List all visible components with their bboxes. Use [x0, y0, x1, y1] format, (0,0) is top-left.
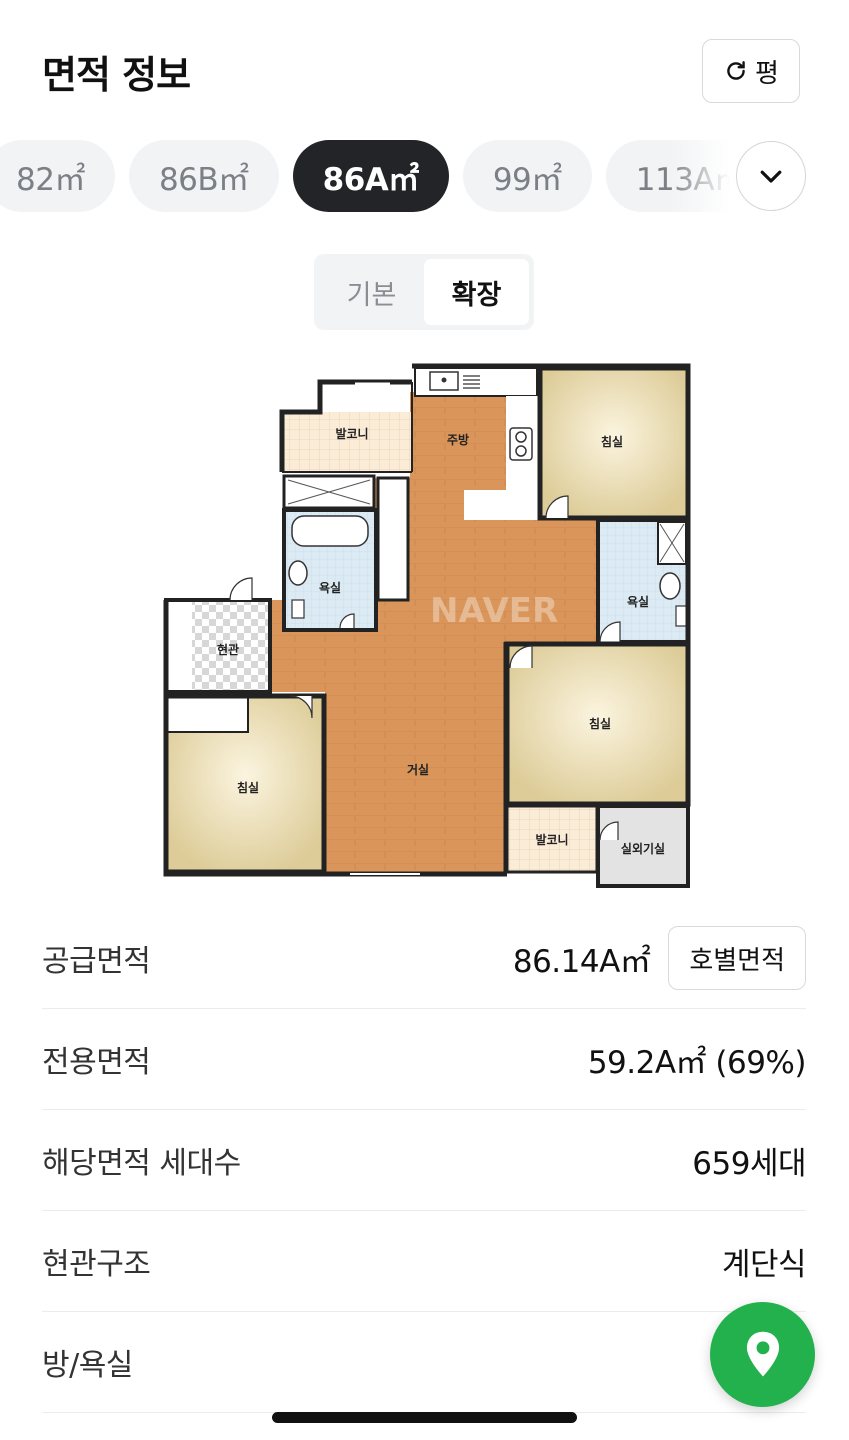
plan-mode-basic[interactable]: 기본 — [319, 259, 424, 325]
info-label: 해당면적 세대수 — [42, 1146, 241, 1181]
unit-toggle-label: 평 — [755, 58, 779, 89]
room-label: 현관 — [217, 642, 239, 657]
info-label: 현관구조 — [42, 1247, 151, 1282]
area-tab[interactable]: 86B㎡ — [128, 140, 279, 212]
info-row-exclusive-area: 전용면적 59.2A㎡ (69%) — [42, 1009, 807, 1110]
info-label: 전용면적 — [42, 1045, 151, 1080]
home-indicator[interactable] — [272, 1412, 577, 1423]
room-label: 거실 — [407, 762, 429, 777]
info-row-entrance-type: 현관구조 계단식 — [42, 1211, 807, 1312]
info-row-rooms-baths: 방/욕실 — [42, 1312, 806, 1413]
chevron-down-icon — [760, 170, 782, 183]
info-row-supply-area: 공급면적 86.14A㎡ 호별면적 — [42, 908, 806, 1009]
unit-toggle-button[interactable]: 평 — [702, 39, 800, 103]
info-value: 86.14A㎡ — [512, 943, 651, 980]
info-value: 659세대 — [692, 1145, 806, 1182]
room-label: 침실 — [237, 780, 259, 795]
room-label: 발코니 — [335, 426, 368, 441]
info-row-households: 해당면적 세대수 659세대 — [42, 1110, 806, 1211]
floor-plan-image: NAVER 발코니 주방 침실 욕실 욕실 현관 거실 침실 침실 발코니 실외… — [163, 363, 691, 888]
refresh-icon — [727, 61, 745, 80]
info-label: 공급면적 — [42, 944, 151, 979]
room-label: 주방 — [447, 432, 469, 447]
info-value: 계단식 — [721, 1246, 807, 1283]
info-label: 방/욕실 — [42, 1348, 133, 1383]
plan-mode-extended[interactable]: 확장 — [424, 259, 529, 325]
area-tab-selected[interactable]: 86A㎡ — [292, 140, 449, 212]
room-label: 침실 — [601, 434, 623, 449]
room-label: 실외기실 — [621, 841, 665, 856]
area-tab[interactable]: 82㎡ — [0, 140, 115, 212]
room-label: 발코니 — [535, 832, 568, 847]
info-value: 59.2A㎡ (69%) — [587, 1044, 807, 1081]
area-tab-scroller[interactable]: 82㎡ 86B㎡ 86A㎡ 99㎡ 113A㎡ — [0, 140, 730, 212]
watermark-text: NAVER — [430, 591, 558, 631]
unit-area-button[interactable]: 호별면적 — [668, 926, 806, 990]
expand-tabs-button[interactable] — [736, 141, 806, 211]
map-pin-icon — [746, 1331, 779, 1376]
page-title: 면적 정보 — [42, 53, 191, 97]
room-label: 침실 — [589, 716, 611, 731]
room-label: 욕실 — [627, 594, 649, 609]
header: 면적 정보 평 — [0, 0, 849, 130]
room-label: 욕실 — [319, 580, 341, 595]
plan-mode-toggle: 기본 확장 — [314, 254, 534, 330]
map-location-button[interactable] — [710, 1302, 815, 1407]
area-tab[interactable]: 99㎡ — [462, 140, 592, 212]
scroll-fade — [670, 140, 730, 212]
